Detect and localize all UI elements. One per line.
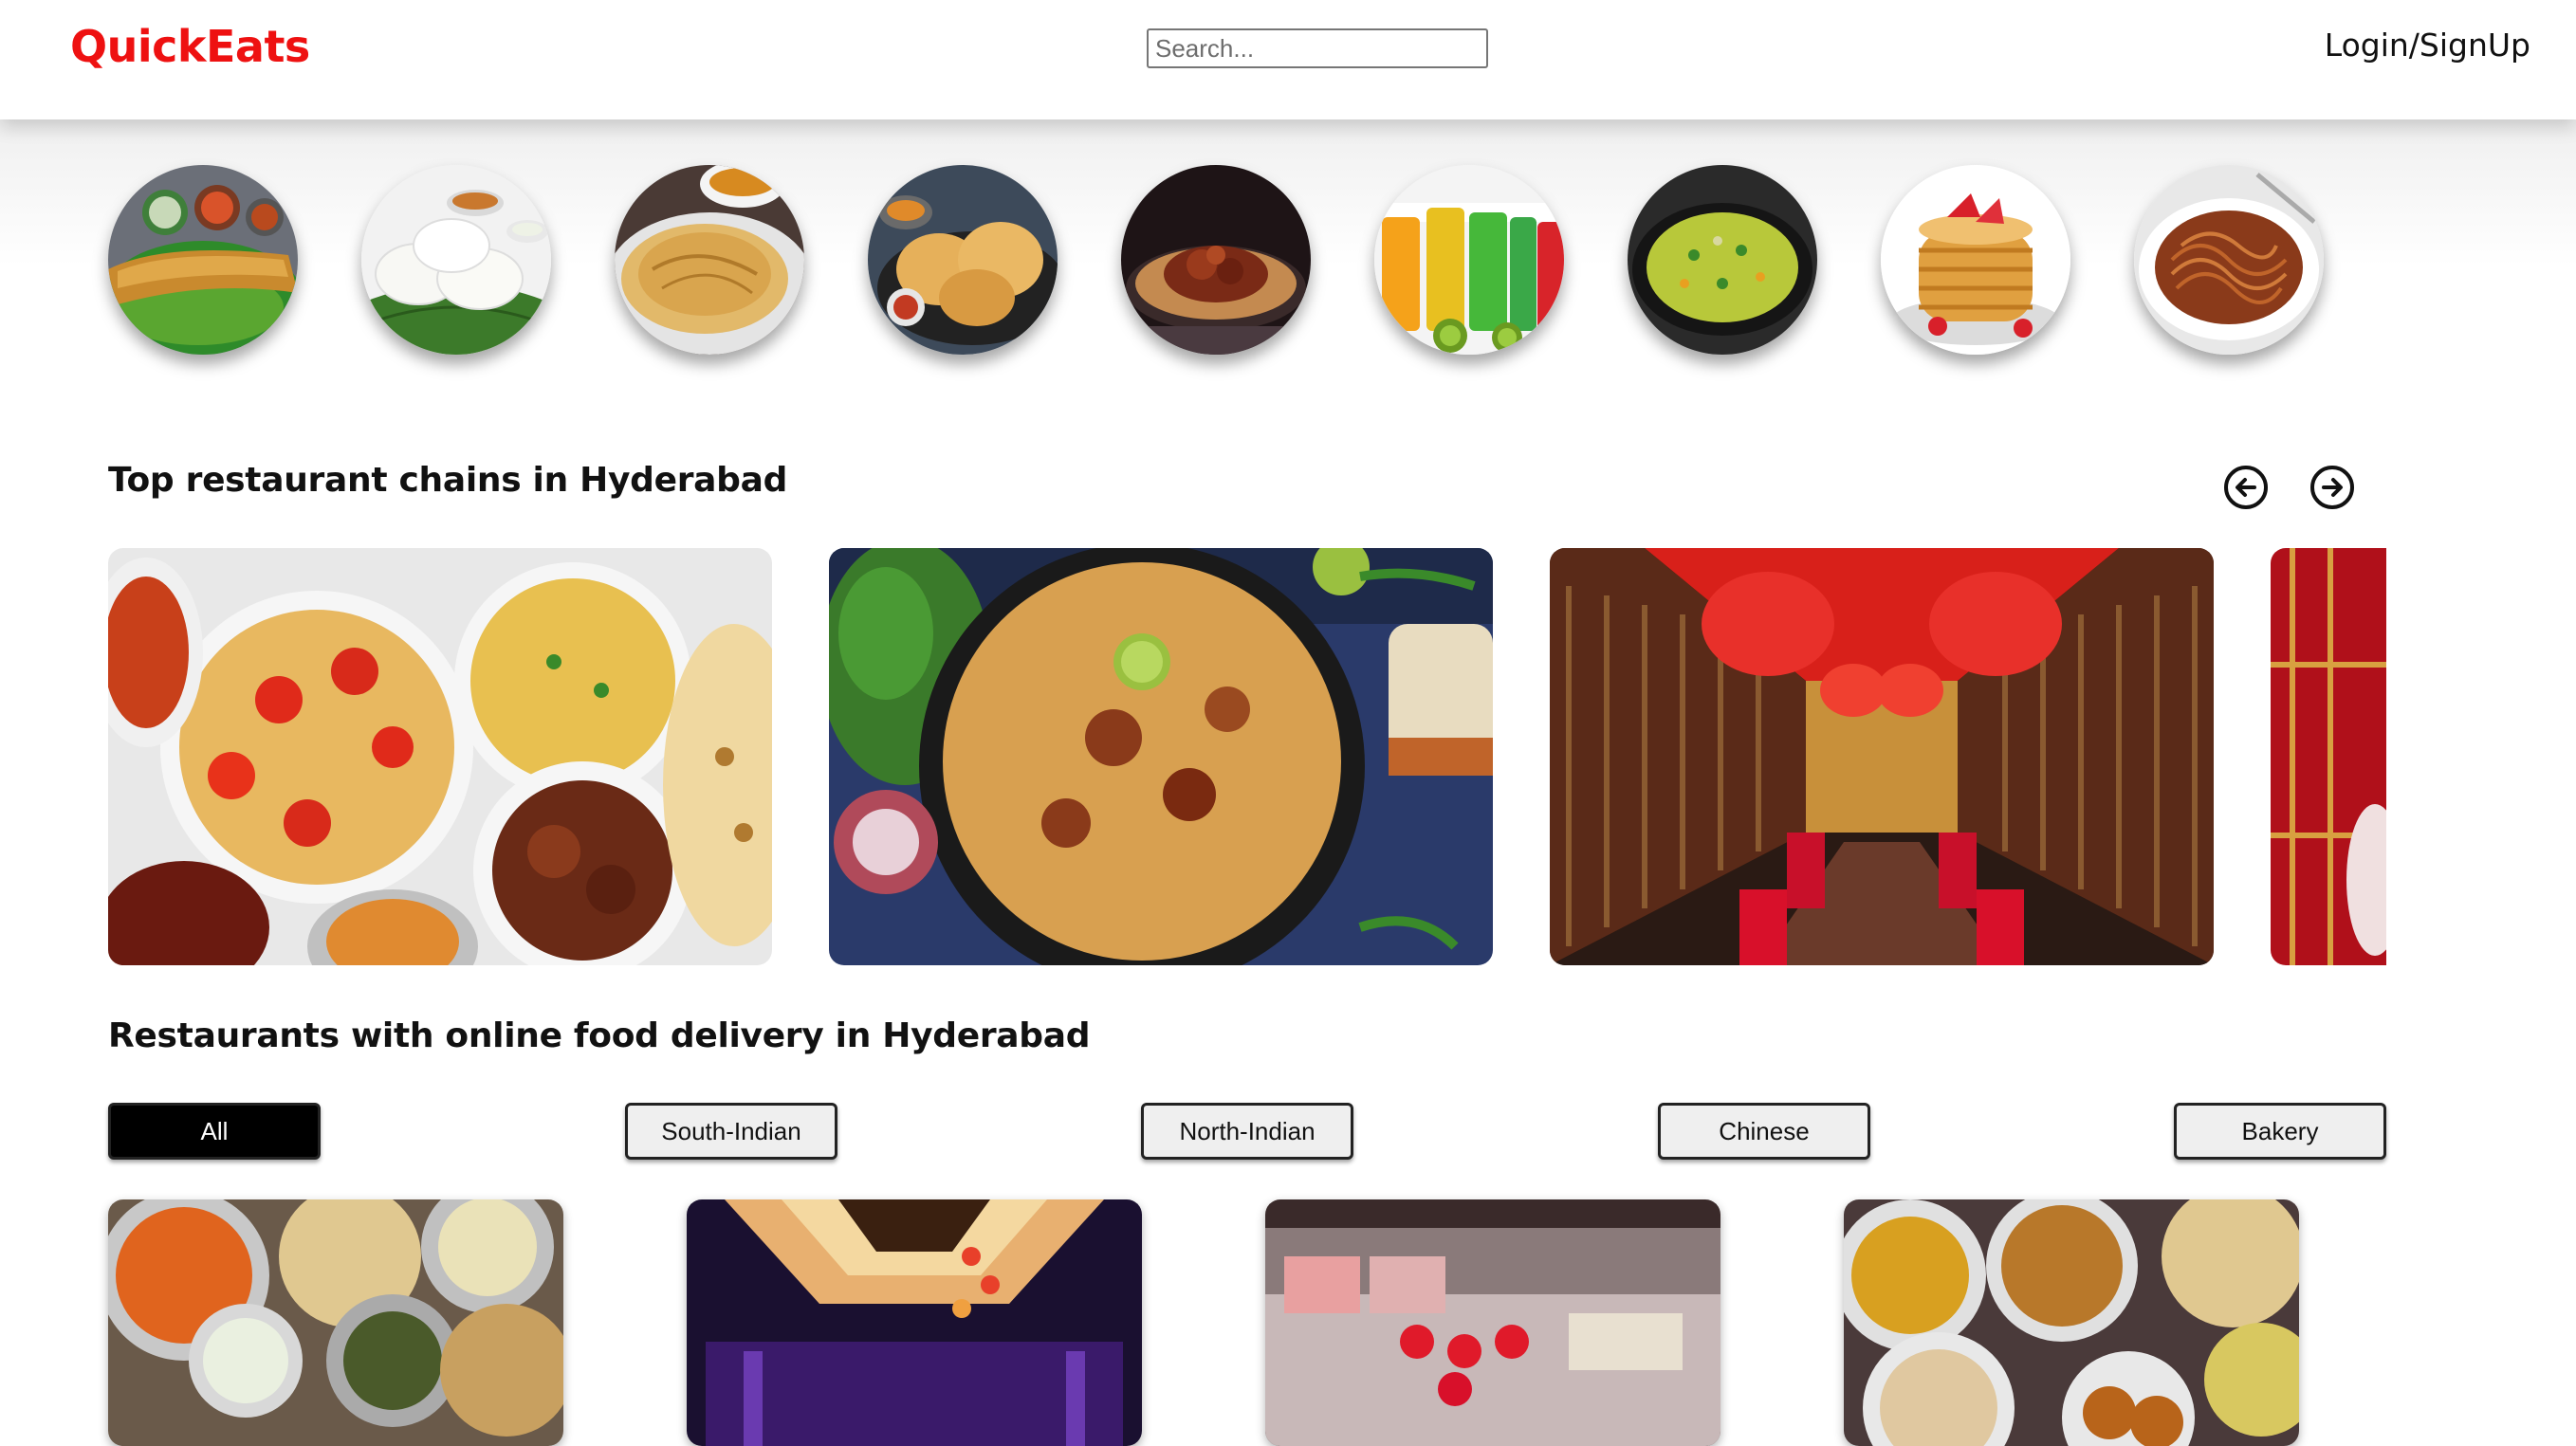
filter-north-indian[interactable]: North-Indian — [1141, 1103, 1353, 1160]
chain-card[interactable] — [1550, 548, 2214, 965]
category-paratha[interactable] — [615, 165, 804, 355]
restaurant-image — [687, 1199, 1142, 1446]
top-chains-title: Top restaurant chains in Hyderabad — [108, 461, 788, 500]
filter-bakery[interactable]: Bakery — [2174, 1103, 2386, 1160]
restaurant-image — [108, 1199, 563, 1446]
login-signup-link[interactable]: Login/SignUp — [2325, 27, 2530, 64]
restaurant-card[interactable] — [1844, 1199, 2299, 1446]
restaurant-card[interactable] — [1265, 1199, 1720, 1446]
arrow-right-circle-icon — [2322, 478, 2343, 497]
pancakes-image — [1881, 165, 2070, 355]
delivery-title: Restaurants with online food delivery in… — [108, 1016, 1091, 1055]
idli-image — [361, 165, 551, 355]
category-pulao[interactable] — [1628, 165, 1817, 355]
chain-card[interactable] — [829, 548, 1493, 965]
category-dosa[interactable] — [108, 165, 298, 355]
juices-image — [1374, 165, 1564, 355]
category-strip — [0, 119, 2576, 385]
category-poori[interactable] — [868, 165, 1058, 355]
pulao-image — [1628, 165, 1817, 355]
restaurant-card[interactable] — [687, 1199, 1142, 1446]
top-navbar: QuickEats Login/SignUp — [0, 0, 2576, 119]
paratha-image — [615, 165, 804, 355]
filter-south-indian[interactable]: South-Indian — [625, 1103, 837, 1160]
category-noodles[interactable] — [2134, 165, 2324, 355]
category-pancakes[interactable] — [1881, 165, 2070, 355]
biryani-image — [1121, 165, 1311, 355]
category-juices[interactable] — [1374, 165, 1564, 355]
category-idli[interactable] — [361, 165, 551, 355]
filter-chinese[interactable]: Chinese — [1658, 1103, 1870, 1160]
chain-image — [2271, 548, 2386, 965]
chain-image — [1550, 548, 2214, 965]
brand-logo[interactable]: QuickEats — [70, 21, 310, 72]
chain-image — [829, 548, 1493, 965]
restaurant-card[interactable] — [108, 1199, 563, 1446]
poori-image — [868, 165, 1058, 355]
carousel-prev-button[interactable] — [2224, 466, 2268, 509]
chains-carousel — [0, 548, 2386, 965]
chain-card[interactable] — [2271, 548, 2386, 965]
search-input[interactable] — [1147, 28, 1488, 68]
category-biryani[interactable] — [1121, 165, 1311, 355]
restaurant-image — [1265, 1199, 1720, 1446]
dosa-image — [108, 165, 298, 355]
noodles-image — [2134, 165, 2324, 355]
carousel-next-button[interactable] — [2310, 466, 2354, 509]
restaurant-image — [1844, 1199, 2299, 1446]
chain-image — [108, 548, 772, 965]
arrow-left-circle-icon — [2236, 478, 2256, 497]
chain-card[interactable] — [108, 548, 772, 965]
filter-all[interactable]: All — [108, 1103, 321, 1160]
